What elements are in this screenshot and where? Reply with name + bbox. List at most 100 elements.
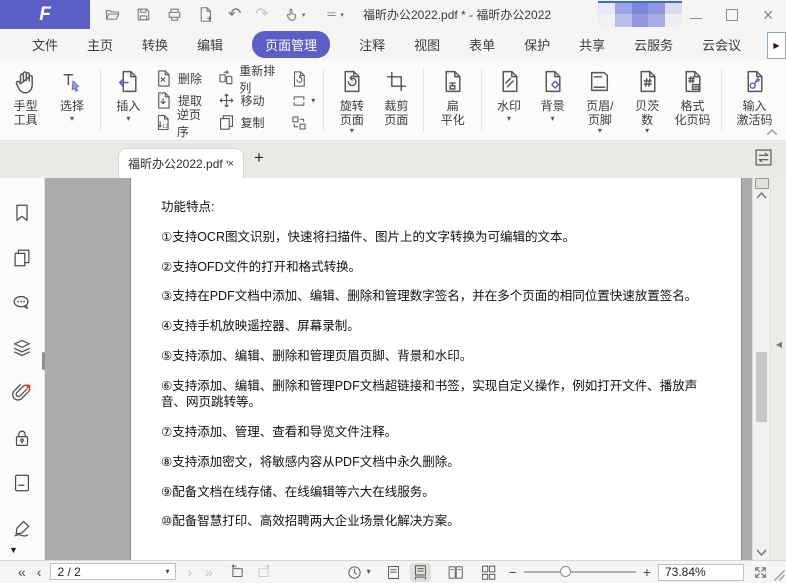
ribbon-tab-bar: 文件 主页 转换 编辑 页面管理 注释 视图 表单 保护 共享 云服务 云会议 … [0,29,786,60]
fullscreen-button[interactable] [753,565,768,580]
minimize-button[interactable] [690,17,703,19]
tab-home[interactable]: 主页 [87,35,113,54]
touch-mode-button[interactable]: ▾ [283,6,305,23]
tab-page-management[interactable]: 页面管理 [252,31,331,58]
doc-paragraph: ⑧支持添加密文，将敏感内容从PDF文档中永久删除。 [161,454,460,469]
tab-file[interactable]: 文件 [32,35,58,54]
tab-cloud-service[interactable]: 云服务 [634,35,673,54]
scroll-down-icon[interactable] [756,549,767,557]
document-tab[interactable]: 福昕办公2022.pdf * × [118,148,244,178]
vertical-scrollbar[interactable] [752,178,770,560]
watermark-button[interactable]: 水印 ▾ [487,63,531,138]
split-document-button[interactable]: ▾ [290,90,315,111]
insert-page-button[interactable]: 插入 ▾ [106,63,151,138]
facing-view-button[interactable] [445,563,466,582]
sidebar-resize-handle[interactable] [42,352,45,370]
signatures-panel-icon[interactable] [11,517,33,539]
save-icon[interactable] [135,6,152,23]
collapsed-right-panel: ◀ [770,178,786,560]
zoom-slider[interactable] [523,566,636,577]
censored-account-info [598,1,682,27]
rotate-caret: ▾ [349,126,354,135]
toggle-right-panel-button[interactable] [753,147,774,168]
tab-edit[interactable]: 编辑 [197,35,223,54]
previous-view-button[interactable] [229,563,246,580]
bookmarks-panel-icon[interactable] [11,202,33,224]
pages-panel-icon[interactable] [11,247,33,269]
scrollbar-thumb[interactable] [756,352,767,422]
fields-panel-icon[interactable] [11,472,33,494]
insert-page-icon [116,68,141,95]
window-resize-grip[interactable] [773,569,785,581]
zoom-in-button[interactable]: + [643,565,651,579]
print-icon[interactable] [166,6,183,23]
move-pages-button[interactable]: 移动 [217,90,285,111]
single-page-view-button[interactable] [383,563,404,582]
close-window-button[interactable]: ✕ [762,8,774,22]
rotate-pages-button[interactable]: 旋转 页面 ▾ [329,63,374,138]
delete-page-icon [158,70,170,87]
document-tab-label: 福昕办公2022.pdf * [128,157,228,171]
tab-scroll-right-button[interactable]: ▶ [767,32,786,59]
tab-protect[interactable]: 保护 [524,35,550,54]
security-panel-icon[interactable] [11,427,33,449]
clock-icon [347,565,361,579]
background-button[interactable]: 背景 ▾ [531,63,575,138]
activation-key-icon [742,68,767,95]
tab-share[interactable]: 共享 [579,35,605,54]
zoom-slider-handle[interactable] [559,566,571,577]
continuous-facing-view-button[interactable] [478,563,499,582]
bates-number-button[interactable]: 贝茨 数 ▾ [625,63,669,138]
header-footer-icon [587,68,612,95]
comments-panel-icon[interactable] [11,292,33,314]
tab-comment[interactable]: 注释 [359,35,385,54]
layers-panel-icon[interactable] [11,337,33,359]
collapse-ribbon-button[interactable] [766,127,778,136]
scroll-up-icon[interactable] [756,191,767,199]
group-separator [99,69,101,132]
first-page-button[interactable]: « [18,565,26,579]
zoom-percent-input[interactable]: 73.84% [658,563,744,581]
select-tool-button[interactable]: 选择 ▾ [49,63,94,138]
swap-pages-button[interactable] [290,112,315,133]
touch-pointer-icon [286,8,296,21]
swap-arrows-icon [755,149,772,166]
undo-icon[interactable]: ↶ [228,6,241,23]
group-separator [323,69,325,132]
delete-pages-button[interactable]: 删除 [154,68,210,89]
zoom-out-button[interactable]: − [509,565,517,579]
tab-view[interactable]: 视图 [414,35,440,54]
next-page-button[interactable]: › [187,565,192,579]
header-footer-button[interactable]: 页眉/ 页脚 ▾ [574,63,625,138]
clock-view-button[interactable]: ▾ [346,564,371,581]
page-action-group-3: ▾ [287,63,318,138]
rearrange-pages-button[interactable]: 重新排列 [217,64,285,95]
close-tab-icon[interactable]: × [228,158,234,170]
continuous-view-button[interactable] [409,562,431,582]
last-page-button[interactable]: » [205,565,213,579]
duplicate-pages-button[interactable]: 复制 [217,112,285,133]
prev-page-button[interactable]: ‹ [37,565,42,579]
page-number-input[interactable]: 2 / 2 ▾ [50,563,177,580]
hand-tool-button[interactable]: 手型 工具 [2,63,49,138]
attachments-panel-icon[interactable] [11,382,33,404]
insert-page-icon[interactable] [197,6,214,23]
doc-paragraph: ①支持OCR图文识别，快速将扫描件、图片上的文字转换为可编辑的文本。 [161,229,575,244]
crop-pages-button[interactable]: 裁剪 页面 [375,63,419,138]
tab-cloud-meeting[interactable]: 云会议 [702,35,741,54]
open-file-icon[interactable] [104,6,121,23]
tab-form[interactable]: 表单 [469,35,495,54]
next-view-button[interactable] [255,563,272,580]
replace-pages-button[interactable] [290,68,315,89]
flatten-button[interactable]: 扁 平化 [429,63,476,138]
expand-right-panel-icon[interactable]: ◀ [776,340,782,349]
reverse-page-order-button[interactable]: 12 逆页序 [154,108,210,139]
new-tab-button[interactable]: + [254,148,264,168]
sidebar-more-icon[interactable]: ▼ [9,545,18,555]
format-page-number-icon [680,68,705,95]
tab-convert[interactable]: 转换 [142,35,168,54]
fullscreen-icon [755,566,766,578]
customize-quick-access-button[interactable]: ▾ [325,8,344,21]
maximize-button[interactable] [726,8,739,21]
format-page-number-button[interactable]: 格式 化页码 [669,63,716,138]
